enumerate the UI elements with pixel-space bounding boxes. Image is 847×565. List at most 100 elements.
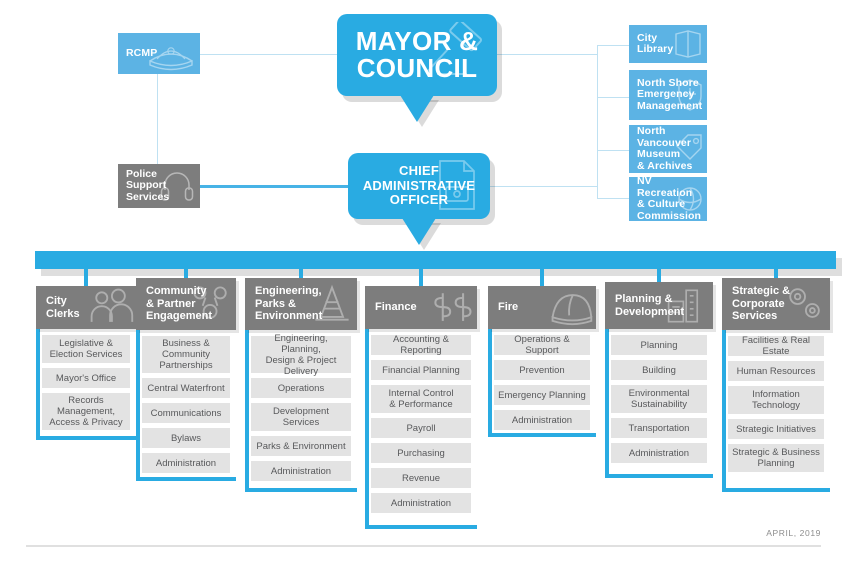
box-city-library[interactable]: City Library xyxy=(629,25,707,63)
department-item[interactable]: Operations & Support xyxy=(494,334,590,356)
connector-mayor-to-agency-trunk xyxy=(497,54,598,55)
org-chart-canvas: RCMP Police Support Services MAYOR & COU… xyxy=(0,0,847,565)
department-column-engineering-parks-environment: Engineering, Parks & Environment Engineer… xyxy=(245,278,357,492)
department-item[interactable]: Planning xyxy=(611,335,707,355)
department-items-planning-development: Planning Building Environmental Sustainabi… xyxy=(605,329,713,471)
department-column-community-partner-engagement: Community & Partner Engagement Business &… xyxy=(136,278,236,481)
box-chief-administrative-officer-label: CHIEF ADMINISTRATIVE OFFICER xyxy=(362,163,476,208)
department-item[interactable]: Environmental Sustainability xyxy=(611,385,707,413)
box-mayor-and-council[interactable]: MAYOR & COUNCIL xyxy=(337,14,497,127)
connector-agency-trunk xyxy=(597,45,598,198)
department-item[interactable]: Bylaws xyxy=(142,428,230,448)
department-item[interactable]: Records Management, Access & Privacy xyxy=(42,393,130,430)
department-column-fire: Fire Operations & Support Prevention Emerge… xyxy=(488,286,596,437)
connector-trunk-to-agency-2 xyxy=(597,97,629,98)
department-items-city-clerks: Legislative & Election Services Mayor's O… xyxy=(36,329,136,438)
connector-trunk-to-agency-3 xyxy=(597,150,629,151)
department-column-planning-development: Planning & Development Planning Building En… xyxy=(605,282,713,478)
department-header-planning-development[interactable]: Planning & Development xyxy=(605,282,713,329)
department-header-engineering-parks-environment[interactable]: Engineering, Parks & Environment xyxy=(245,278,357,330)
connector-rcmp-to-police-support xyxy=(157,74,158,166)
department-item[interactable]: Administration xyxy=(251,461,351,481)
department-header-label-community-partner-engagement: Community & Partner Engagement xyxy=(146,285,213,323)
department-item[interactable]: Operations xyxy=(251,378,351,398)
department-items-finance: Accounting & Reporting Financial Planning… xyxy=(365,329,477,521)
department-item[interactable]: Human Resources xyxy=(728,361,824,381)
box-north-vancouver-museum-and-archives[interactable]: North Vancouver Museum & Archives xyxy=(629,125,707,173)
department-item[interactable]: Administration xyxy=(371,493,471,513)
box-police-support-services[interactable]: Police Support Services xyxy=(118,164,200,208)
department-items-engineering-parks-environment: Engineering, Planning, Design & Project … xyxy=(245,330,357,489)
department-header-community-partner-engagement[interactable]: Community & Partner Engagement xyxy=(136,278,236,330)
box-nv-recreation-and-culture-commission-label: NV Recreation & Culture Commission xyxy=(637,177,702,221)
department-item[interactable]: Administration xyxy=(611,443,707,463)
box-rcmp-label: RCMP xyxy=(126,46,158,59)
department-item[interactable]: Business & Community Partnerships xyxy=(142,336,230,373)
department-item[interactable]: Development Services xyxy=(251,403,351,431)
department-item[interactable]: Parks & Environment xyxy=(251,436,351,456)
footer-date: APRIL, 2019 xyxy=(766,528,821,538)
column-bracket-bottom-strategic-corporate-services xyxy=(722,488,830,492)
department-item[interactable]: Payroll xyxy=(371,418,471,438)
column-stem-strategic-corporate-services xyxy=(774,266,778,278)
department-column-strategic-corporate-services: Strategic & Corporate Services Facilities… xyxy=(722,278,830,492)
department-item[interactable]: Revenue xyxy=(371,468,471,488)
people-icon xyxy=(90,288,134,322)
department-header-label-city-clerks: City Clerks xyxy=(46,295,80,320)
box-north-shore-emergency-management-label: North Shore Emergency Management xyxy=(637,76,703,112)
connector-trunk-to-agency-1 xyxy=(597,45,629,46)
column-bracket-bottom-finance xyxy=(365,525,477,529)
department-header-label-fire: Fire xyxy=(498,301,519,314)
department-header-label-strategic-corporate-services: Strategic & Corporate Services xyxy=(732,285,791,323)
department-item[interactable]: Communications xyxy=(142,403,230,423)
department-item[interactable]: Information Technology xyxy=(728,386,824,414)
column-stem-planning-development xyxy=(657,266,661,282)
dollar-icon xyxy=(434,292,472,321)
department-item[interactable]: Central Waterfront xyxy=(142,378,230,398)
department-item[interactable]: Transportation xyxy=(611,418,707,438)
departments-connector-bar xyxy=(35,251,836,269)
department-item[interactable]: Building xyxy=(611,360,707,380)
column-stem-city-clerks xyxy=(84,266,88,286)
department-item[interactable]: Legislative & Election Services xyxy=(42,335,130,363)
department-column-finance: Finance Accounting & Reporting Financial P… xyxy=(365,286,477,529)
box-north-shore-emergency-management[interactable]: North Shore Emergency Management xyxy=(629,70,707,120)
department-items-fire: Operations & Support Prevention Emergency … xyxy=(488,329,596,438)
box-nv-recreation-and-culture-commission[interactable]: NV Recreation & Culture Commission xyxy=(629,177,707,221)
department-item[interactable]: Facilities & Real Estate xyxy=(728,335,824,357)
department-header-fire[interactable]: Fire xyxy=(488,286,596,329)
department-header-label-finance: Finance xyxy=(375,301,417,314)
department-header-city-clerks[interactable]: City Clerks xyxy=(36,286,136,329)
connector-cao-to-agency-trunk xyxy=(490,186,598,187)
department-header-finance[interactable]: Finance xyxy=(365,286,477,329)
footer-divider xyxy=(26,545,821,547)
department-item[interactable]: Internal Control & Performance xyxy=(371,385,471,413)
department-item[interactable]: Administration xyxy=(142,453,230,473)
book-icon xyxy=(675,30,701,58)
department-column-city-clerks: City Clerks Legislative & Election Servic… xyxy=(36,286,136,440)
department-items-strategic-corporate-services: Facilities & Real Estate Human Resources I… xyxy=(722,330,830,480)
department-item[interactable]: Prevention xyxy=(494,360,590,380)
column-stem-fire xyxy=(540,266,544,286)
department-item[interactable]: Strategic & Business Planning xyxy=(728,444,824,472)
department-item[interactable]: Administration xyxy=(494,410,590,430)
box-north-vancouver-museum-and-archives-label: North Vancouver Museum & Archives xyxy=(637,125,693,172)
department-item[interactable]: Accounting & Reporting xyxy=(371,334,471,356)
column-bracket-bottom-planning-development xyxy=(605,474,713,478)
department-header-label-planning-development: Planning & Development xyxy=(615,293,685,318)
connector-rcmp-to-mayor xyxy=(200,54,348,55)
department-header-label-engineering-parks-environment: Engineering, Parks & Environment xyxy=(255,285,323,323)
department-item[interactable]: Financial Planning xyxy=(371,360,471,380)
fire-helmet-icon xyxy=(551,293,593,325)
connector-trunk-to-agency-4 xyxy=(597,198,629,199)
box-rcmp[interactable]: RCMP xyxy=(118,33,200,74)
department-item[interactable]: Emergency Planning xyxy=(494,385,590,405)
department-item[interactable]: Engineering, Planning, Design & Project … xyxy=(251,333,351,377)
department-item[interactable]: Mayor's Office xyxy=(42,368,130,388)
connector-police-support-to-cao xyxy=(200,185,350,188)
department-item[interactable]: Strategic Initiatives xyxy=(728,419,824,439)
column-stem-community-partner-engagement xyxy=(184,266,188,278)
department-item[interactable]: Purchasing xyxy=(371,443,471,463)
box-chief-administrative-officer[interactable]: CHIEF ADMINISTRATIVE OFFICER xyxy=(348,153,490,250)
department-header-strategic-corporate-services[interactable]: Strategic & Corporate Services xyxy=(722,278,830,330)
